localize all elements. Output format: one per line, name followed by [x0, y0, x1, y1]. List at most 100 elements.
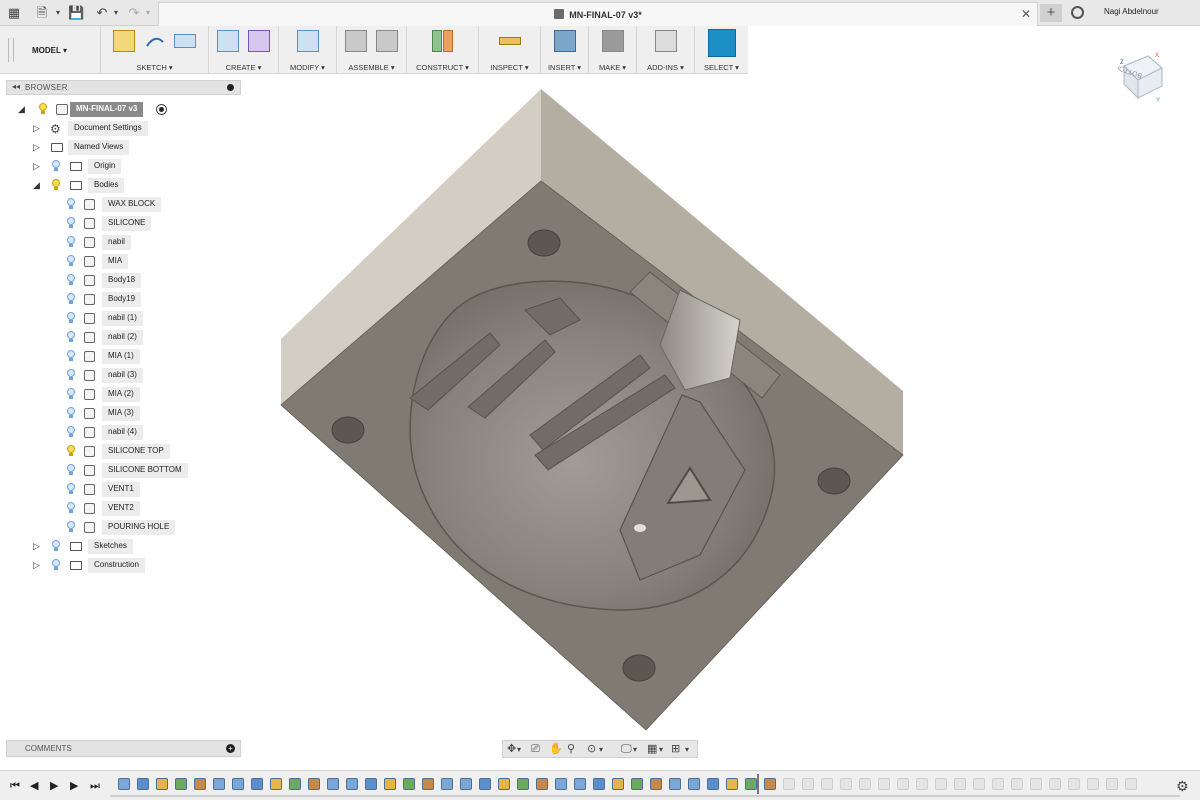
- viewports-icon[interactable]: ⊞: [671, 743, 680, 756]
- visibility-bulb-icon[interactable]: [66, 445, 75, 457]
- visibility-bulb-icon[interactable]: [66, 388, 75, 400]
- fit-icon[interactable]: ⊙: [587, 743, 596, 756]
- undo-chevron-icon[interactable]: ▾: [108, 5, 124, 21]
- tree-body-row[interactable]: SILICONE: [0, 215, 250, 232]
- press-pull-icon[interactable]: [296, 30, 319, 52]
- tree-body-row[interactable]: nabil (1): [0, 310, 250, 327]
- collapse-triangle-icon[interactable]: ◢: [33, 180, 42, 191]
- timeline-feature-icon[interactable]: [175, 778, 187, 790]
- timeline-feature-icon[interactable]: [1125, 778, 1137, 790]
- model-viewport[interactable]: [245, 74, 1200, 770]
- rectangle-icon[interactable]: [174, 34, 197, 48]
- midplane-icon[interactable]: [443, 30, 453, 52]
- orbit-icon[interactable]: ✥: [507, 743, 516, 756]
- timeline-feature-icon[interactable]: [1106, 778, 1118, 790]
- timeline-feature-icon[interactable]: [764, 778, 776, 790]
- tree-body-row[interactable]: MIA (3): [0, 405, 250, 422]
- job-status-icon[interactable]: [1071, 6, 1084, 19]
- insert-menu[interactable]: INSERT ▾: [541, 63, 588, 72]
- tree-body-row[interactable]: MIA (1): [0, 348, 250, 365]
- active-component-radio[interactable]: [156, 104, 167, 115]
- save-icon[interactable]: 💾: [68, 5, 84, 21]
- tree-item-bodies[interactable]: ◢ Bodies: [0, 177, 250, 194]
- redo-chevron-icon[interactable]: ▾: [140, 5, 156, 21]
- timeline-marker[interactable]: [757, 774, 759, 794]
- timeline-feature-icon[interactable]: [650, 778, 662, 790]
- display-settings-icon[interactable]: 🖵: [621, 743, 632, 756]
- timeline-feature-icon[interactable]: [631, 778, 643, 790]
- visibility-bulb-icon[interactable]: [66, 407, 75, 419]
- measure-icon[interactable]: [498, 37, 521, 45]
- select-menu[interactable]: SELECT ▾: [695, 63, 748, 72]
- timeline-feature-icon[interactable]: [745, 778, 757, 790]
- visibility-bulb-icon[interactable]: [38, 103, 47, 115]
- fit-chevron-icon[interactable]: ▾: [599, 743, 603, 756]
- visibility-bulb-icon[interactable]: [66, 312, 75, 324]
- visibility-bulb-icon[interactable]: [66, 217, 75, 229]
- expand-triangle-icon[interactable]: ▷: [33, 560, 42, 571]
- browser-pin-icon[interactable]: [227, 84, 234, 91]
- timeline-feature-icon[interactable]: [422, 778, 434, 790]
- timeline-feature-icon[interactable]: [498, 778, 510, 790]
- expand-triangle-icon[interactable]: ◢: [18, 104, 27, 115]
- timeline-feature-icon[interactable]: [251, 778, 263, 790]
- timeline-feature-icon[interactable]: [954, 778, 966, 790]
- timeline-feature-icon[interactable]: [935, 778, 947, 790]
- timeline-feature-icon[interactable]: [859, 778, 871, 790]
- visibility-bulb-icon[interactable]: [66, 483, 75, 495]
- expand-triangle-icon[interactable]: ▷: [33, 161, 42, 172]
- tree-body-row[interactable]: Body18: [0, 272, 250, 289]
- timeline-feature-icon[interactable]: [973, 778, 985, 790]
- grid-settings-icon[interactable]: ▦: [647, 743, 657, 756]
- expand-triangle-icon[interactable]: ▷: [33, 541, 42, 552]
- timeline-feature-icon[interactable]: [137, 778, 149, 790]
- apps-grid-icon[interactable]: ▦: [6, 5, 22, 21]
- tree-body-row[interactable]: MIA (2): [0, 386, 250, 403]
- tree-item-sketches[interactable]: ▷ Sketches: [0, 538, 250, 555]
- tree-body-row[interactable]: POURING HOLE: [0, 519, 250, 536]
- sketch-menu[interactable]: SKETCH ▾: [101, 63, 208, 72]
- go-to-end-icon[interactable]: ⏭: [90, 780, 100, 792]
- timeline-feature-icon[interactable]: [479, 778, 491, 790]
- timeline-feature-icon[interactable]: [821, 778, 833, 790]
- timeline-feature-icon[interactable]: [213, 778, 225, 790]
- new-tab-button[interactable]: +: [1040, 4, 1062, 22]
- timeline-feature-icon[interactable]: [669, 778, 681, 790]
- timeline-feature-icon[interactable]: [365, 778, 377, 790]
- timeline-feature-icon[interactable]: [384, 778, 396, 790]
- scripts-addins-icon[interactable]: [654, 30, 677, 52]
- play-icon[interactable]: ▶: [50, 780, 58, 792]
- offset-plane-icon[interactable]: [432, 30, 442, 52]
- tree-root[interactable]: ◢ MN-FINAL-07 v3: [0, 101, 250, 118]
- timeline-feature-icon[interactable]: [403, 778, 415, 790]
- visibility-bulb-icon[interactable]: [51, 540, 60, 552]
- tree-body-row[interactable]: SILICONE TOP: [0, 443, 250, 460]
- new-component-icon[interactable]: [345, 30, 368, 52]
- grid-chevron-icon[interactable]: ▾: [659, 743, 663, 756]
- display-chevron-icon[interactable]: ▾: [633, 743, 637, 756]
- file-menu-icon[interactable]: 🗎: [34, 5, 50, 21]
- tree-item-named-views[interactable]: ▷ Named Views: [0, 139, 250, 156]
- timeline-feature-icon[interactable]: [783, 778, 795, 790]
- zoom-icon[interactable]: ⚲: [567, 743, 575, 756]
- expand-triangle-icon[interactable]: ▷: [33, 123, 42, 134]
- visibility-bulb-icon[interactable]: [66, 293, 75, 305]
- insert-image-icon[interactable]: [553, 30, 576, 52]
- assemble-menu[interactable]: ASSEMBLE ▾: [337, 63, 406, 72]
- view-cube[interactable]: BOTTOM X Y Z: [1118, 52, 1166, 104]
- timeline-feature-icon[interactable]: [840, 778, 852, 790]
- browser-header[interactable]: ◂◂ BROWSER: [6, 80, 241, 95]
- user-name[interactable]: Nagi Abdelnour: [1104, 7, 1159, 16]
- viewports-chevron-icon[interactable]: ▾: [685, 743, 689, 756]
- tree-item-construction[interactable]: ▷ Construction: [0, 557, 250, 574]
- add-ins-menu[interactable]: ADD-INS ▾: [637, 63, 694, 72]
- tree-body-row[interactable]: WAX BLOCK: [0, 196, 250, 213]
- visibility-bulb-icon[interactable]: [66, 331, 75, 343]
- timeline-feature-icon[interactable]: [232, 778, 244, 790]
- timeline-feature-icon[interactable]: [707, 778, 719, 790]
- make-menu[interactable]: MAKE ▾: [589, 63, 636, 72]
- expand-triangle-icon[interactable]: ▷: [33, 142, 42, 153]
- tree-item-origin[interactable]: ▷ Origin: [0, 158, 250, 175]
- tree-body-row[interactable]: VENT2: [0, 500, 250, 517]
- tree-body-row[interactable]: MIA: [0, 253, 250, 270]
